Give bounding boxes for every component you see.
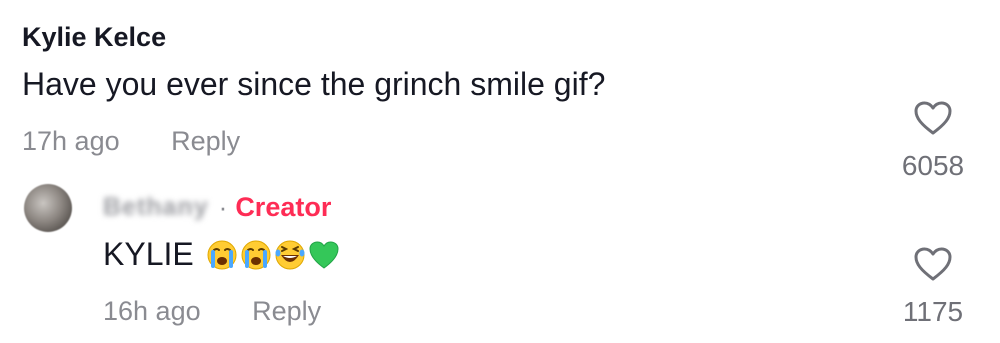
reply-button[interactable]: Reply [252, 296, 321, 327]
creator-badge: Creator [235, 192, 332, 222]
comment-author-row: Bethany · Creator [103, 192, 331, 223]
comment-timestamp: 17h ago [22, 126, 120, 156]
separator-dot: · [218, 192, 228, 222]
comment-meta: 17h ago Reply [22, 126, 240, 157]
loudly-crying-face-icon [241, 240, 271, 269]
green-heart-icon [309, 240, 339, 269]
emoji-group [206, 239, 340, 271]
comment-text: KYLIE [103, 236, 340, 273]
like-control: 1175 [888, 246, 978, 328]
comment-meta: 16h ago Reply [103, 296, 321, 327]
like-count: 1175 [902, 296, 964, 327]
comment-item: Kylie Kelce Have you ever since the grin… [0, 0, 1000, 181]
comment-text: Have you ever since the grinch smile gif… [22, 66, 606, 102]
heart-outline-icon[interactable] [913, 100, 953, 136]
laughing-tears-face-icon [275, 240, 305, 269]
comment-author[interactable]: Kylie Kelce [22, 22, 166, 53]
comment-timestamp: 16h ago [103, 296, 201, 326]
loudly-crying-face-icon [207, 240, 237, 269]
comment-author-blurred[interactable]: Bethany [103, 193, 209, 222]
comments-list: Kylie Kelce Have you ever since the grin… [0, 0, 1000, 343]
heart-outline-icon[interactable] [913, 246, 953, 282]
comment-text-content: KYLIE [103, 236, 194, 272]
reply-comment-item: Bethany · Creator KYLIE 16h ago Reply 11… [0, 170, 1000, 343]
reply-button[interactable]: Reply [171, 126, 240, 157]
avatar[interactable] [24, 184, 72, 232]
